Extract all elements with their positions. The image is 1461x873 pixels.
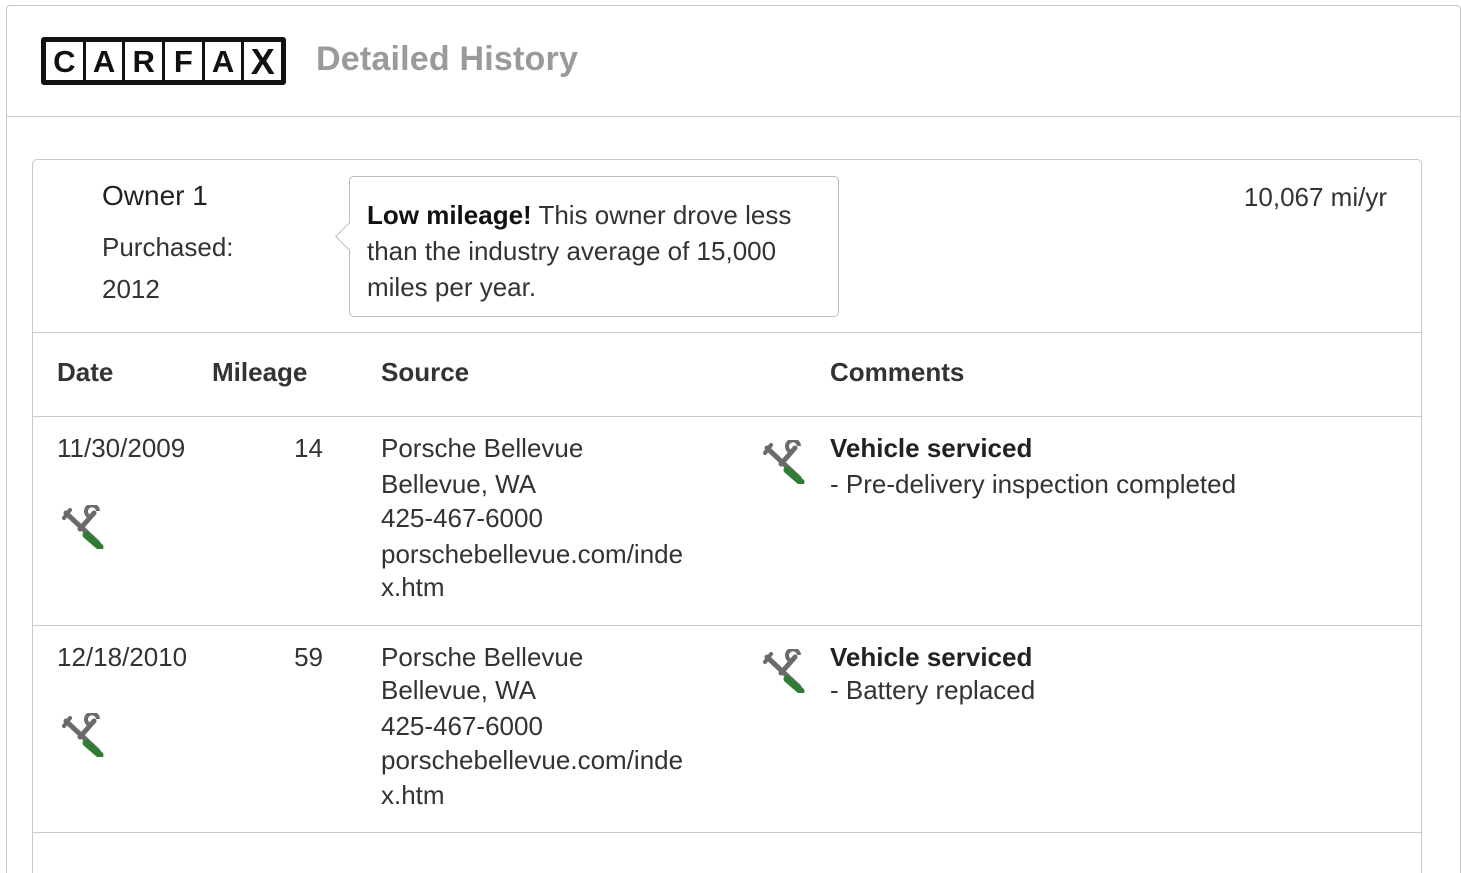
logo-letter: A xyxy=(85,42,123,80)
report-header: C A R F A X Detailed History xyxy=(7,6,1460,117)
page-title: Detailed History xyxy=(316,40,579,78)
row-comment-detail: - Battery replaced xyxy=(830,675,1036,705)
logo-letter: F xyxy=(165,42,202,80)
row-comment-title: Vehicle serviced xyxy=(830,433,1033,463)
mileage-rate: 10,067 mi/yr xyxy=(1243,182,1387,212)
row-source-name: Porsche Bellevue xyxy=(381,642,584,672)
column-header-comments: Comments xyxy=(830,357,965,387)
divider xyxy=(33,332,1421,333)
logo-letter: X xyxy=(244,42,282,80)
callout-bold: Low mileage! xyxy=(367,200,532,230)
row-source-website-cont[interactable]: x.htm xyxy=(381,778,445,813)
service-tools-icon xyxy=(763,649,805,693)
row-mileage: 14 xyxy=(294,433,323,463)
row-date: 12/18/2010 xyxy=(57,642,188,672)
logo-letter: C xyxy=(46,42,83,80)
column-header-mileage: Mileage xyxy=(212,357,308,387)
service-tools-icon xyxy=(763,440,805,484)
row-source-name: Porsche Bellevue xyxy=(381,433,584,463)
column-header-date: Date xyxy=(57,357,114,387)
low-mileage-callout: Low mileage! This owner drove less than … xyxy=(349,176,839,317)
row-comment-detail: - Pre-delivery inspection completed xyxy=(830,469,1237,499)
row-source-phone: 425-467-6000 xyxy=(381,711,543,741)
column-header-source: Source xyxy=(381,357,470,387)
row-source-location: Bellevue, WA xyxy=(381,675,537,705)
row-mileage: 59 xyxy=(294,642,323,672)
logo-letter: A xyxy=(204,42,242,80)
divider xyxy=(33,832,1421,833)
row-comment-title: Vehicle serviced xyxy=(830,642,1033,672)
divider xyxy=(33,625,1421,626)
carfax-logo: C A R F A X xyxy=(41,37,286,85)
row-source-location: Bellevue, WA xyxy=(381,469,537,499)
purchased-label: Purchased: xyxy=(102,232,234,262)
row-source-phone: 425-467-6000 xyxy=(381,503,543,533)
row-source-website-cont[interactable]: x.htm xyxy=(381,570,445,605)
divider xyxy=(33,416,1421,417)
row-source-website[interactable]: porschebellevue.com/inde xyxy=(381,537,683,572)
service-tools-icon xyxy=(62,713,104,757)
purchased-year: 2012 xyxy=(102,274,160,304)
row-date: 11/30/2009 xyxy=(57,433,186,463)
logo-letter: R xyxy=(125,42,163,80)
row-source-website[interactable]: porschebellevue.com/inde xyxy=(381,743,683,778)
owner-history-card: Owner 1 Purchased: 2012 10,067 mi/yr Low… xyxy=(32,159,1422,873)
service-tools-icon xyxy=(62,505,104,549)
owner-name: Owner 1 xyxy=(102,180,208,211)
